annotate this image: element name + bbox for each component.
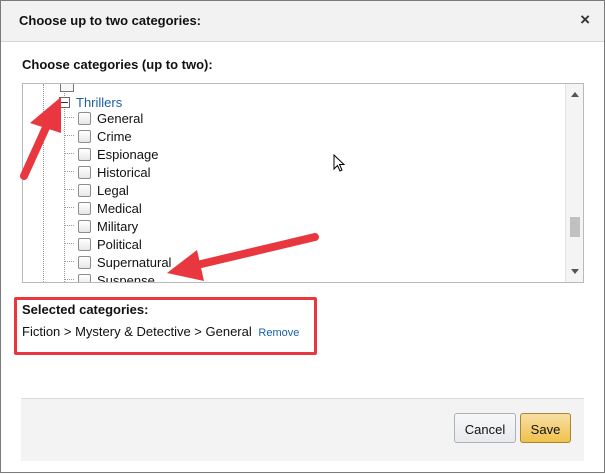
category-tree[interactable]: Thrillers General Crime Espionage Histor… [22, 83, 584, 283]
tree-item-label: General [97, 110, 144, 126]
tree-connector [64, 153, 74, 155]
selected-category-path: Fiction > Mystery & Detective > General [22, 324, 252, 339]
checkbox[interactable] [78, 165, 91, 179]
checkbox[interactable] [78, 201, 91, 215]
tree-item-label: Political [97, 236, 142, 252]
tree-connector [64, 207, 74, 209]
tree-connector [64, 261, 74, 263]
tree-item-label: Historical [97, 164, 151, 180]
scroll-up-icon[interactable] [571, 92, 579, 97]
tree-item-general[interactable]: General [64, 109, 144, 127]
save-button[interactable]: Save [520, 413, 571, 443]
tree-item-label: Espionage [97, 146, 159, 162]
tree-item-label: Suspense [97, 272, 155, 283]
tree-item-supernatural[interactable]: Supernatural [64, 253, 172, 271]
tree-connector [64, 189, 74, 191]
tree-item-legal[interactable]: Legal [64, 181, 129, 199]
tree-connector-line [43, 84, 44, 282]
tree-item-label: Crime [97, 128, 132, 144]
tree-label: Choose categories (up to two): [22, 57, 213, 72]
dialog-title: Choose up to two categories: [19, 13, 202, 28]
category-dialog: Choose up to two categories: × Choose ca… [0, 0, 605, 473]
dialog-footer: Cancel Save [21, 398, 584, 461]
tree-content: Thrillers General Crime Espionage Histor… [23, 84, 565, 282]
scroll-down-icon[interactable] [571, 269, 579, 274]
selected-categories-value: Fiction > Mystery & Detective > General … [22, 324, 299, 339]
tree-item-label: Legal [97, 182, 129, 198]
tree-item-medical[interactable]: Medical [64, 199, 142, 217]
tree-item-label[interactable]: Thrillers [76, 95, 122, 110]
tree-item-label: Supernatural [97, 254, 172, 270]
tree-connector [64, 171, 74, 173]
tree-connector [64, 279, 74, 281]
tree-item-military[interactable]: Military [64, 217, 139, 235]
tree-item-espionage[interactable]: Espionage [64, 145, 159, 163]
tree-item-label: Military [97, 218, 139, 234]
tree-item-historical[interactable]: Historical [64, 163, 151, 181]
checkbox[interactable] [78, 219, 91, 233]
tree-scrollbar[interactable] [565, 84, 583, 282]
checkbox[interactable] [78, 237, 91, 251]
tree-item-thrillers[interactable]: Thrillers [59, 94, 122, 110]
checkbox[interactable] [78, 255, 91, 269]
tree-item-crime[interactable]: Crime [64, 127, 132, 145]
dialog-header: Choose up to two categories: × [1, 1, 604, 42]
tree-item-suspense[interactable]: Suspense [64, 271, 155, 283]
checkbox[interactable] [78, 147, 91, 161]
tree-connector [64, 225, 74, 227]
checkbox[interactable] [78, 129, 91, 143]
tree-connector [64, 117, 74, 119]
tree-connector [64, 243, 74, 245]
selected-categories-label: Selected categories: [22, 302, 149, 317]
collapse-icon[interactable] [59, 96, 70, 108]
scroll-thumb[interactable] [570, 217, 580, 237]
tree-connector [64, 135, 74, 137]
checkbox[interactable] [78, 273, 91, 282]
tree-node-partial [60, 84, 74, 92]
mouse-cursor-icon [333, 154, 346, 172]
tree-connector-line [64, 84, 65, 282]
close-icon[interactable]: × [580, 10, 590, 30]
checkbox[interactable] [78, 111, 91, 125]
cancel-button[interactable]: Cancel [454, 413, 516, 443]
checkbox[interactable] [78, 183, 91, 197]
remove-link[interactable]: Remove [258, 327, 299, 339]
tree-item-label: Medical [97, 200, 142, 216]
tree-item-political[interactable]: Political [64, 235, 142, 253]
